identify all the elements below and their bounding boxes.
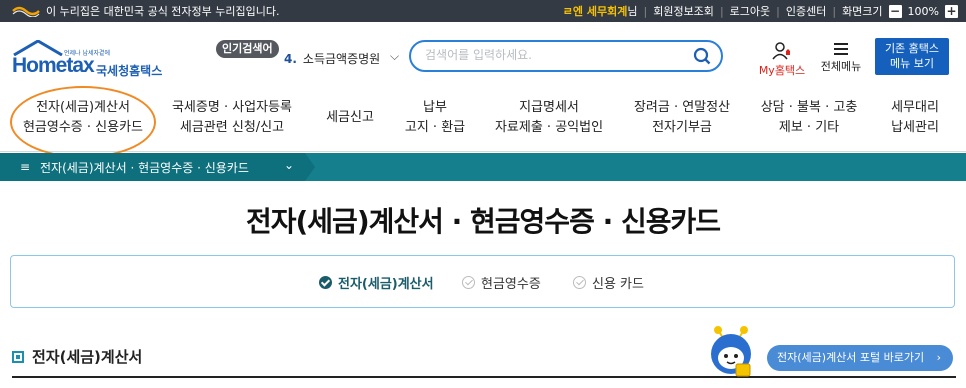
nav-item-einvoice[interactable]: 전자(세금)계산서 현금영수증 · 신용카드	[20, 98, 146, 138]
old-menu-line2: 메뉴 보기	[890, 57, 934, 70]
screen-size-label: 화면크기	[842, 5, 883, 18]
chevron-down-icon[interactable]: ⌄	[284, 158, 294, 172]
nav-item-certificates[interactable]: 국세증명 · 사업자등록 세금관련 신청/신고	[170, 98, 294, 138]
my-home-icon	[772, 42, 790, 60]
search-box	[409, 40, 723, 72]
mascot-icon	[711, 326, 751, 377]
tab-credit-card[interactable]: 신용 카드	[573, 273, 644, 292]
tab-panel: 전자(세금)계산서 현금영수증 신용 카드	[10, 255, 955, 308]
zoom-in-button[interactable]: +	[945, 4, 958, 18]
section-title: 전자(세금)계산서	[12, 346, 142, 367]
check-circle-icon	[319, 276, 332, 289]
tab-einvoice-label: 전자(세금)계산서	[338, 277, 434, 292]
chevron-right-icon: ›	[936, 351, 941, 364]
all-menu-button[interactable]: 전체메뉴	[815, 42, 867, 74]
old-menu-line1: 기존 홈택스	[884, 42, 940, 55]
gov-banner: 이 누리집은 대한민국 공식 전자정부 누리집입니다. ㄹ엔 세무회계님 | 회…	[0, 0, 966, 22]
main-nav: 전자(세금)계산서 현금영수증 · 신용카드 국세증명 · 사업자등록 세금관련 신…	[0, 90, 966, 152]
user-suffix: 님	[627, 5, 638, 18]
tab-credit-card-label: 신용 카드	[592, 277, 644, 292]
header: 언제나 납세자곁에 Hometax 국세청홈택스 인기검색어 4. 소득금액증명원…	[0, 22, 966, 90]
search-input[interactable]	[425, 48, 685, 62]
page-title: 전자(세금)계산서 · 현금영수증 · 신용카드	[245, 205, 721, 238]
nav-item-incentives[interactable]: 장려금 · 연말정산 전자기부금	[628, 98, 736, 138]
my-hometax-button[interactable]: My홈택스	[757, 42, 807, 78]
breadcrumb-menu-icon: ≡	[20, 160, 31, 174]
einvoice-portal-button[interactable]: 전자(세금)계산서 포털 바로가기 ›	[767, 345, 953, 371]
nav-item-consultation[interactable]: 상담 · 불복 · 고충 제보 · 기타	[756, 98, 862, 138]
gov-flag-icon	[12, 6, 40, 17]
logout-link[interactable]: 로그아웃	[730, 3, 770, 19]
old-menu-button[interactable]: 기존 홈택스 메뉴 보기	[875, 38, 949, 75]
zoom-out-button[interactable]: −	[888, 4, 902, 18]
popular-search-badge: 인기검색어	[216, 40, 279, 58]
gov-banner-text: 이 누리집은 대한민국 공식 전자정부 누리집입니다.	[46, 5, 280, 18]
nav-item-payment[interactable]: 납부 고지 · 환급	[398, 98, 472, 138]
section-bullet-icon	[12, 350, 24, 363]
chevron-down-icon[interactable]: ⌵	[390, 49, 399, 64]
cert-center-link[interactable]: 인증센터	[786, 3, 826, 19]
check-circle-icon	[573, 276, 586, 289]
tab-einvoice[interactable]: 전자(세금)계산서	[319, 273, 434, 292]
nav-item-tax-return[interactable]: 세금신고	[318, 108, 382, 128]
all-menu-label: 전체메뉴	[820, 60, 862, 73]
tab-cash-receipt[interactable]: 현금영수증	[462, 273, 541, 292]
zoom-level: 100%	[907, 4, 939, 18]
user-name: ㄹ엔 세무회계	[562, 5, 628, 18]
portal-button-label: 전자(세금)계산서 포털 바로가기	[777, 351, 925, 364]
hometax-logo[interactable]: 언제나 납세자곁에 Hometax 국세청홈택스	[12, 40, 172, 80]
my-hometax-label: My홈택스	[758, 64, 806, 77]
tab-cash-receipt-label: 현금영수증	[481, 277, 541, 292]
breadcrumb: ≡ 전자(세금)계산서 · 현금영수증 · 신용카드 ⌄	[0, 153, 966, 181]
nav-item-statements[interactable]: 지급명세서 자료제출 · 공익법인	[492, 98, 606, 138]
check-circle-icon	[462, 276, 475, 289]
search-icon[interactable]	[693, 47, 711, 65]
hamburger-icon	[834, 43, 848, 55]
section-divider	[12, 376, 956, 378]
logo-korean: 국세청홈택스	[96, 64, 163, 78]
nav-item-tax-agent[interactable]: 세무대리 납세관리	[880, 98, 950, 138]
popular-search-term[interactable]: 4. 소득금액증명원	[284, 50, 380, 67]
section-title-text: 전자(세금)계산서	[32, 348, 143, 366]
member-info-link[interactable]: 회원정보조회	[653, 3, 714, 19]
breadcrumb-label[interactable]: 전자(세금)계산서 · 현금영수증 · 신용카드	[40, 159, 249, 176]
logo-text: Hometax	[12, 54, 95, 77]
